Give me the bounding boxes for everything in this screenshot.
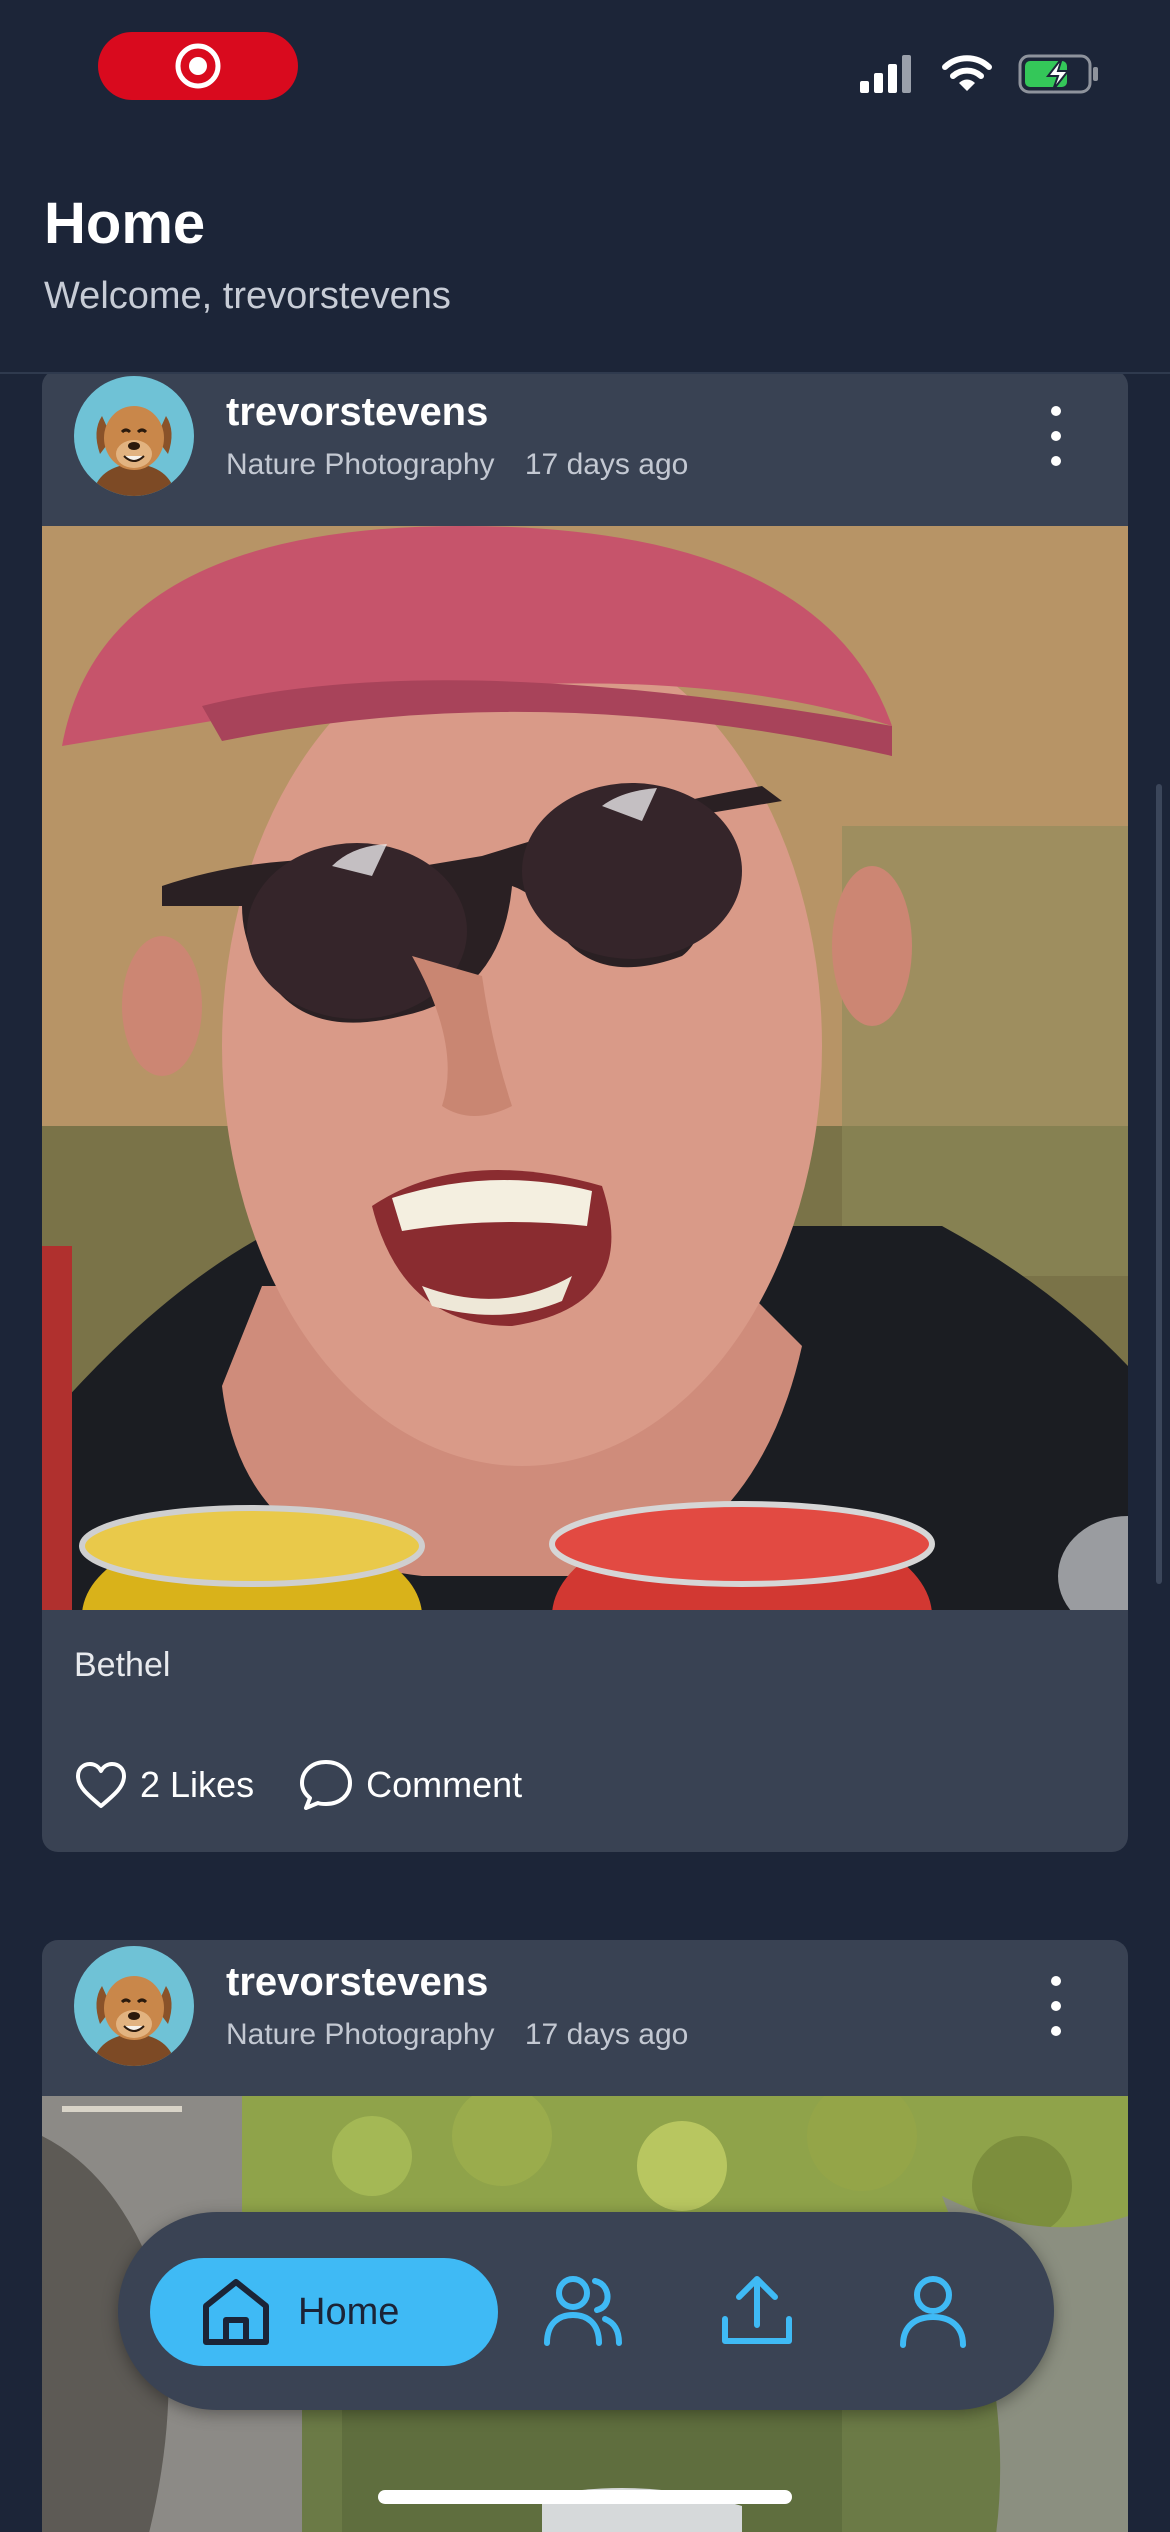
bottom-tab-bar: Home xyxy=(118,2212,1054,2410)
post-header: trevorstevens Nature Photography 17 days… xyxy=(42,374,1128,526)
battery-charging-icon xyxy=(1018,54,1098,94)
screen-recording-indicator[interactable] xyxy=(98,32,298,100)
tab-home[interactable]: Home xyxy=(150,2258,498,2366)
post-photo[interactable] xyxy=(42,526,1128,1610)
post-feed[interactable]: trevorstevens Nature Photography 17 days… xyxy=(0,374,1170,2532)
more-options-button[interactable] xyxy=(1044,406,1068,466)
comment-bubble-icon xyxy=(300,1760,353,1810)
post-category: Nature Photography xyxy=(226,2018,495,2051)
post-username[interactable]: trevorstevens xyxy=(226,390,488,435)
cellular-signal-icon xyxy=(860,55,911,93)
post-category: Nature Photography xyxy=(226,448,495,481)
post-card[interactable]: trevorstevens Nature Photography 17 days… xyxy=(42,374,1128,1852)
profile-icon xyxy=(900,2276,966,2348)
more-options-icon xyxy=(1051,1976,1061,1986)
post-caption: Bethel xyxy=(74,1646,171,1684)
heart-icon xyxy=(76,1762,126,1808)
page-header: Home Welcome, trevorstevens xyxy=(0,150,1170,374)
status-bar xyxy=(0,0,1170,150)
tab-upload[interactable] xyxy=(712,2266,802,2356)
post-meta: Nature Photography 17 days ago xyxy=(226,448,688,482)
likes-count: 2 Likes xyxy=(140,1764,255,1805)
home-icon xyxy=(203,2279,269,2345)
post-actions: 2 Likes Comment xyxy=(74,1758,566,1812)
post-time: 17 days ago xyxy=(524,448,689,481)
record-icon xyxy=(175,43,221,89)
post-time: 17 days ago xyxy=(524,2018,689,2051)
wifi-icon xyxy=(942,55,992,91)
more-options-icon xyxy=(1051,406,1061,416)
welcome-message: Welcome, trevorstevens xyxy=(44,275,451,317)
tab-friends[interactable] xyxy=(538,2266,628,2356)
tab-profile[interactable] xyxy=(888,2266,978,2356)
post-meta: Nature Photography 17 days ago xyxy=(226,2018,688,2052)
home-indicator[interactable] xyxy=(378,2490,792,2504)
more-options-button[interactable] xyxy=(1044,1976,1068,2036)
page-title: Home xyxy=(44,191,206,256)
like-button[interactable]: 2 Likes xyxy=(74,1760,254,1810)
post-header: trevorstevens Nature Photography 17 days… xyxy=(42,1940,1128,2096)
comment-button[interactable]: Comment xyxy=(298,1758,522,1812)
tab-home-label: Home xyxy=(298,2290,400,2333)
friends-icon xyxy=(544,2276,622,2346)
comment-label: Comment xyxy=(366,1764,523,1805)
upload-icon xyxy=(722,2276,792,2344)
scroll-indicator xyxy=(1156,784,1162,1584)
post-username[interactable]: trevorstevens xyxy=(226,1960,488,2005)
user-avatar[interactable] xyxy=(74,376,194,496)
user-avatar[interactable] xyxy=(74,1946,194,2066)
